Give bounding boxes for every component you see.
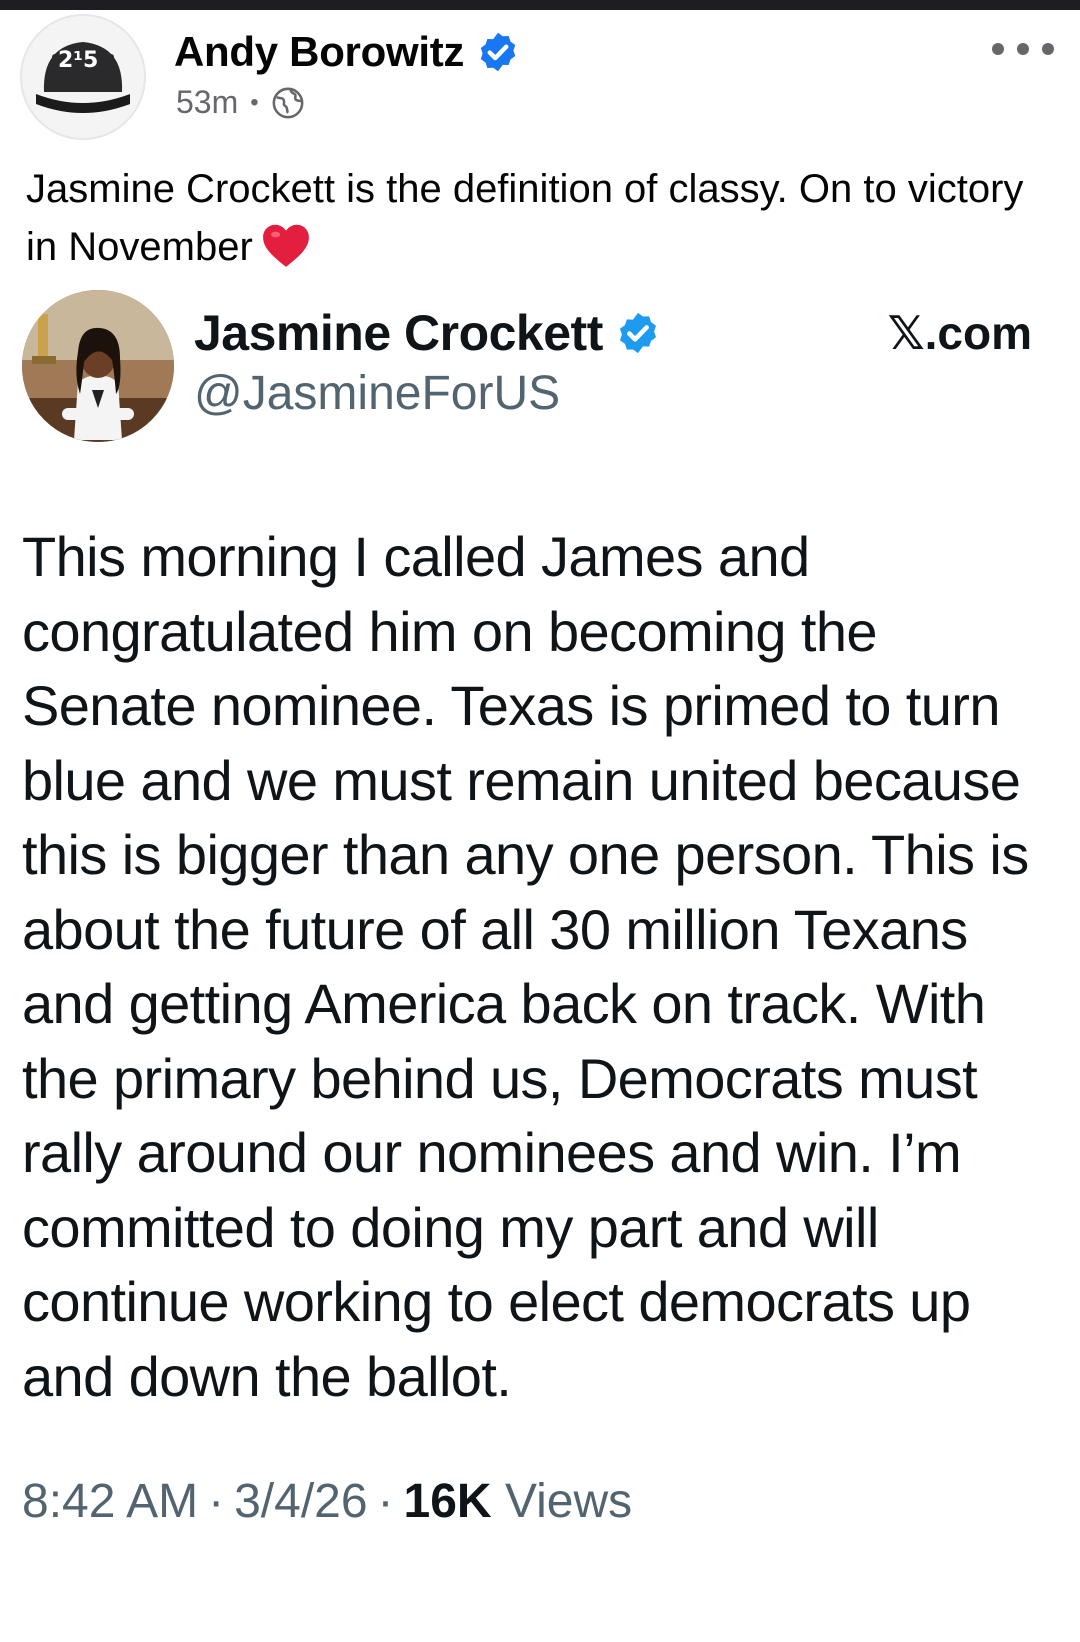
verified-badge-icon	[476, 30, 520, 74]
views-stat[interactable]: 16K Views	[404, 1474, 633, 1529]
more-options-button[interactable]	[992, 36, 1054, 62]
portrait-image	[22, 290, 174, 442]
red-heart-icon	[261, 222, 311, 268]
post-caption: Jasmine Crockett is the definition of cl…	[26, 160, 1046, 276]
tweet-time[interactable]: 8:42 AM	[22, 1474, 198, 1529]
author-avatar[interactable]: 2¹5	[20, 14, 146, 140]
more-dot-icon	[992, 43, 1004, 55]
tweet-footer: 8:42 AM · 3/4/26 · 16K Views	[22, 1474, 632, 1529]
views-count: 16K	[403, 1475, 492, 1528]
globe-icon[interactable]	[271, 86, 305, 120]
footer-separator: ·	[377, 1475, 394, 1528]
tweet-author: Jasmine Crockett	[194, 304, 661, 362]
author-name[interactable]: Andy Borowitz	[174, 28, 464, 76]
more-dot-icon	[1017, 43, 1029, 55]
top-strip	[0, 0, 1080, 10]
tweet-author-name[interactable]: Jasmine Crockett	[194, 304, 603, 362]
tweet-body: This morning I called James and congratu…	[22, 525, 1029, 1408]
meta-separator: •	[250, 88, 259, 116]
more-dot-icon	[1042, 43, 1054, 55]
post-time[interactable]: 53m	[176, 84, 238, 121]
caption-text: Jasmine Crockett is the definition of cl…	[26, 167, 1024, 269]
post-meta: 53m •	[176, 84, 305, 121]
tweet-handle[interactable]: @JasmineForUS	[194, 366, 560, 421]
footer-separator: ·	[208, 1475, 225, 1528]
verified-badge-icon	[615, 310, 661, 356]
tweet-author-avatar[interactable]	[22, 290, 174, 442]
source-site-label[interactable]: 𝕏.com	[888, 306, 1032, 360]
views-label: Views	[504, 1475, 633, 1528]
post-author: Andy Borowitz	[174, 28, 520, 76]
tweet-date[interactable]: 3/4/26	[234, 1474, 367, 1529]
cap-image	[22, 16, 144, 138]
avatar-cap-text: 2¹5	[58, 48, 99, 73]
